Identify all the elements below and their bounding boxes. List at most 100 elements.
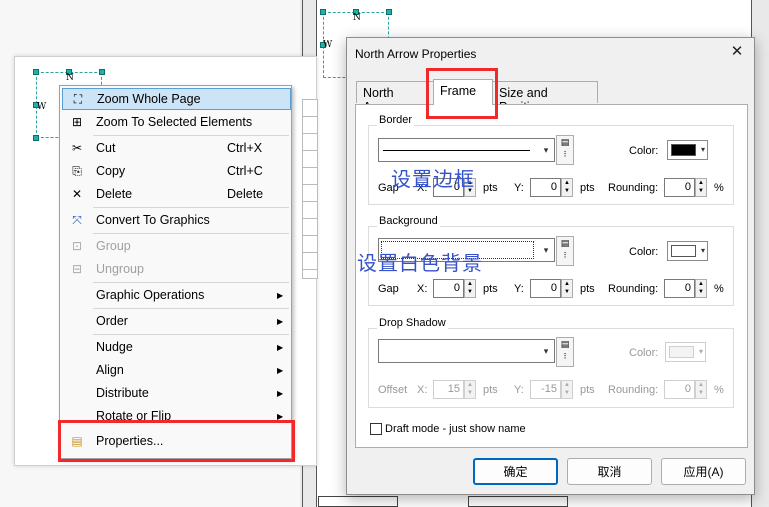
selection-handle[interactable] (33, 135, 39, 141)
menu-item-zoom-whole-page[interactable]: ⛶ Zoom Whole Page (62, 88, 291, 110)
border-gap-x-unit: pts (483, 182, 498, 194)
tab-frame[interactable]: Frame (433, 79, 493, 105)
tab-north-arrow[interactable]: North Arrow (356, 81, 434, 114)
background-color-picker[interactable]: ▾ (667, 241, 708, 261)
drop-shadow-y-unit: pts (580, 384, 595, 396)
menu-separator (93, 308, 289, 309)
background-rounding-input[interactable]: 0 (664, 279, 695, 298)
menu-item-label: Zoom To Selected Elements (96, 115, 253, 129)
background-gap-x-input[interactable]: 0 (433, 279, 464, 298)
cancel-button-label: 取消 (597, 465, 622, 479)
menu-item-label: Zoom Whole Page (97, 92, 201, 106)
selection-handle[interactable] (386, 9, 392, 15)
menu-item-distribute[interactable]: Distribute ▶ (62, 382, 291, 404)
draft-mode-checkbox[interactable] (370, 423, 382, 435)
background-symbol-button[interactable]: ▤ ⁝ (556, 236, 574, 266)
drop-shadow-y-spinner[interactable]: ▲ ▼ (561, 380, 573, 399)
ok-button[interactable]: 确定 (473, 458, 558, 485)
border-color-picker[interactable]: ▾ (667, 140, 708, 160)
zoom-whole-page-icon: ⛶ (73, 91, 83, 106)
menu-item-label: Ungroup (96, 262, 144, 276)
highlight-box-properties (58, 420, 295, 462)
menu-item-copy[interactable]: ⎘ Copy Ctrl+C (62, 160, 291, 182)
background-rounding-percent: % (714, 283, 724, 295)
ok-button-label: 确定 (503, 465, 528, 479)
map-element-box (468, 496, 568, 507)
background-gap-x-unit: pts (483, 283, 498, 295)
background-gap-label: Gap (378, 283, 399, 295)
attribute-table-stub (302, 99, 318, 279)
zoom-selected-icon: ⊞ (71, 115, 83, 129)
menu-item-convert-to-graphics[interactable]: ⤧ Convert To Graphics (62, 209, 291, 231)
background-rounding-spinner[interactable]: ▲ ▼ (695, 279, 707, 298)
menu-item-shortcut: Ctrl+X (227, 141, 263, 155)
north-arrow-w-letter: W (323, 40, 333, 50)
chevron-down-icon: ▾ (543, 244, 549, 255)
border-rounding-spinner[interactable]: ▲ ▼ (695, 178, 707, 197)
drop-shadow-style-dropdown[interactable]: ▾ (378, 339, 555, 363)
border-group-title: Border (377, 114, 415, 126)
border-line-sample (383, 150, 530, 151)
chevron-down-icon: ▾ (700, 246, 705, 255)
background-rounding-label: Rounding: (608, 283, 659, 295)
menu-item-order[interactable]: Order ▶ (62, 310, 291, 332)
menu-item-label: Nudge (96, 340, 133, 354)
dialog-title: North Arrow Properties (355, 47, 477, 61)
ungroup-icon: ⊟ (71, 262, 83, 276)
submenu-arrow-icon: ▶ (277, 290, 284, 300)
menu-item-nudge[interactable]: Nudge ▶ (62, 336, 291, 358)
selection-handle[interactable] (320, 9, 326, 15)
drop-shadow-group-title: Drop Shadow (377, 317, 448, 329)
menu-item-label: Align (96, 363, 124, 377)
drop-shadow-rounding-spinner[interactable]: ▲ ▼ (695, 380, 707, 399)
menu-item-label: Convert To Graphics (96, 213, 210, 227)
border-gap-y-spinner[interactable]: ▲ ▼ (561, 178, 573, 197)
cut-icon: ✂ (71, 141, 83, 155)
drop-shadow-x-input[interactable]: 15 (433, 380, 464, 399)
menu-item-group[interactable]: ⊡ Group (62, 235, 291, 257)
draft-mode-label[interactable]: Draft mode - just show name (385, 423, 526, 435)
menu-item-shortcut: Delete (227, 187, 264, 201)
drop-shadow-symbol-button[interactable]: ▤ ⁝ (556, 337, 574, 367)
menu-item-shortcut: Ctrl+C (227, 164, 263, 178)
annotation-set-border: 设置边框 (391, 167, 475, 191)
drop-shadow-rounding-input[interactable]: 0 (664, 380, 695, 399)
tab-size-and-position[interactable]: Size and Position (492, 81, 598, 114)
cancel-button[interactable]: 取消 (567, 458, 652, 485)
menu-separator (93, 207, 289, 208)
drop-shadow-rounding-label: Rounding: (608, 384, 659, 396)
selection-handle[interactable] (33, 69, 39, 75)
background-gap-y-spinner[interactable]: ▲ ▼ (561, 279, 573, 298)
menu-separator (93, 334, 289, 335)
selection-handle[interactable] (99, 69, 105, 75)
apply-button-label: 应用(A) (683, 465, 724, 479)
drop-shadow-color-picker[interactable]: ▾ (665, 342, 706, 362)
background-gap-x-spinner[interactable]: ▲ ▼ (464, 279, 476, 298)
submenu-arrow-icon: ▶ (277, 342, 284, 352)
menu-item-ungroup[interactable]: ⊟ Ungroup (62, 258, 291, 280)
background-gap-y-input[interactable]: 0 (530, 279, 561, 298)
drop-shadow-x-spinner[interactable]: ▲ ▼ (464, 380, 476, 399)
border-style-dropdown[interactable]: ▾ (378, 138, 555, 162)
border-gap-y-input[interactable]: 0 (530, 178, 561, 197)
chevron-down-icon: ▾ (698, 347, 703, 356)
close-icon[interactable]: ✕ (728, 43, 746, 61)
menu-item-label: Copy (96, 164, 126, 178)
apply-button[interactable]: 应用(A) (661, 458, 746, 485)
menu-item-label: Order (96, 314, 128, 328)
menu-item-graphic-operations[interactable]: Graphic Operations ▶ (62, 284, 291, 306)
menu-item-cut[interactable]: ✂ Cut Ctrl+X (62, 137, 291, 159)
menu-item-label: Graphic Operations (96, 288, 205, 302)
drop-shadow-y-label: Y: (514, 384, 524, 396)
border-rounding-input[interactable]: 0 (664, 178, 695, 197)
context-menu: ⛶ Zoom Whole Page ⊞ Zoom To Selected Ele… (59, 85, 292, 459)
drop-shadow-y-input[interactable]: -15 (530, 380, 561, 399)
chevron-down-icon: ▾ (543, 144, 549, 155)
menu-separator (93, 282, 289, 283)
border-symbol-button[interactable]: ▤ ⁝ (556, 135, 574, 165)
border-color-label: Color: (629, 145, 659, 157)
menu-item-zoom-selected[interactable]: ⊞ Zoom To Selected Elements (62, 111, 291, 133)
menu-item-align[interactable]: Align ▶ (62, 359, 291, 381)
menu-separator (93, 233, 289, 234)
menu-item-delete[interactable]: ✕ Delete Delete (62, 183, 291, 205)
